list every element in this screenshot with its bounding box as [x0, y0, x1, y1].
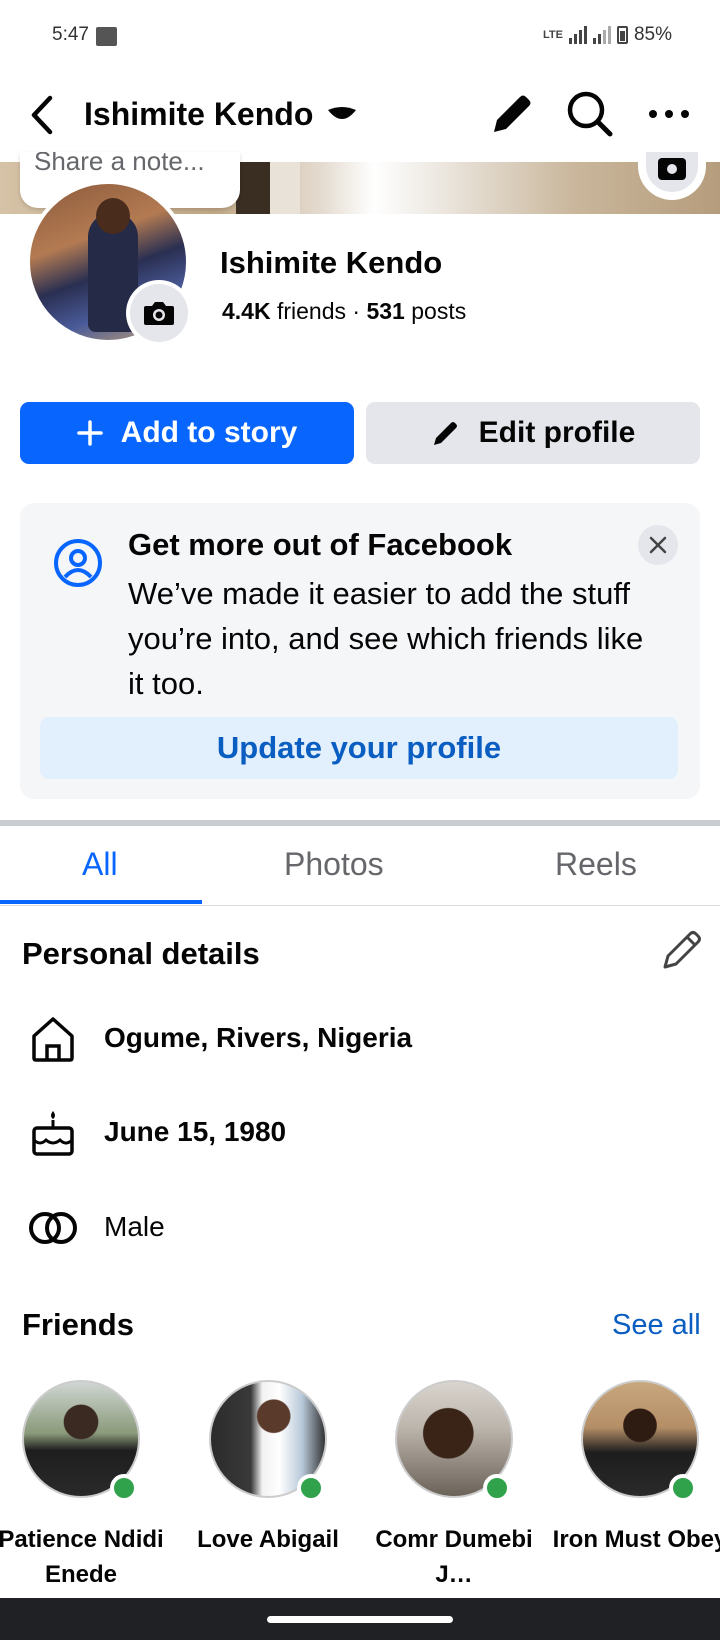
battery-percent: 85% — [633, 24, 672, 45]
edit-details-pencil-icon[interactable] — [660, 928, 704, 972]
status-time: 5:47 — [52, 24, 89, 45]
close-icon[interactable] — [638, 525, 678, 565]
friend-name: Iron Must Obey — [552, 1526, 720, 1553]
detail-birthday: June 15, 1980 — [104, 1116, 287, 1147]
network-type: LTE — [543, 29, 563, 41]
tab-reels[interactable]: Reels — [555, 846, 637, 883]
friend-name: Love Abigail — [197, 1526, 339, 1553]
status-indicators: LTE 85% — [543, 24, 672, 46]
pencil-icon[interactable] — [486, 90, 536, 140]
posts-label: posts — [404, 298, 467, 324]
friend-name: Comr Dumebi J… — [375, 1526, 533, 1588]
system-navigation-bar — [0, 1598, 720, 1640]
header-title[interactable]: Ishimite Kendo — [84, 96, 313, 133]
edit-profile-button[interactable]: Edit profile — [366, 402, 700, 464]
gender-rings-icon — [26, 1203, 80, 1253]
add-to-story-button[interactable]: Add to story — [20, 402, 354, 464]
back-arrow-icon[interactable] — [22, 90, 66, 140]
personal-details-title: Personal details — [22, 936, 260, 971]
friend-card[interactable]: Love Abigail — [177, 1380, 359, 1610]
detail-row-gender: Male — [0, 1197, 720, 1257]
home-gesture-handle[interactable] — [267, 1616, 453, 1623]
online-status-dot — [483, 1474, 511, 1502]
friends-title: Friends — [22, 1307, 134, 1342]
avatar-head — [96, 198, 130, 234]
battery-icon — [616, 26, 628, 44]
posts-count: 531 — [366, 298, 405, 324]
camera-icon — [646, 152, 698, 192]
promo-title: Get more out of Facebook — [128, 527, 513, 562]
camera-icon — [130, 284, 188, 342]
detail-gender: Male — [104, 1211, 165, 1242]
friends-label: friends · — [270, 298, 367, 324]
profile-stats[interactable]: 4.4K friends · 531 posts — [222, 298, 466, 325]
add-to-story-label: Add to story — [120, 416, 298, 449]
signal-2-icon — [592, 26, 611, 44]
profile-tabs: All Photos Reels — [0, 826, 720, 906]
see-all-friends-link[interactable]: See all — [612, 1309, 701, 1342]
profile-header: Ishimite Kendo — [0, 72, 720, 162]
tab-all[interactable]: All — [82, 846, 118, 883]
update-profile-button[interactable]: Update your profile — [40, 717, 678, 779]
pencil-icon — [433, 422, 457, 445]
status-bar: 5:47 LTE 85% — [0, 0, 720, 72]
friend-name: Patience Ndidi Enede — [0, 1526, 164, 1588]
plus-icon — [76, 420, 103, 446]
friend-card[interactable]: Iron Must Obey — [549, 1380, 720, 1610]
promo-card: Get more out of Facebook We’ve made it e… — [20, 503, 700, 799]
signal-icon — [568, 26, 587, 44]
more-icon[interactable] — [644, 92, 694, 136]
birthday-cake-icon — [26, 1108, 80, 1158]
profile-name: Ishimite Kendo — [220, 245, 443, 280]
profile-circle-icon — [52, 537, 104, 589]
detail-row-location: Ogume, Rivers, Nigeria — [0, 1008, 720, 1068]
cover-photo-detail-2 — [270, 162, 300, 214]
caret-down-icon[interactable] — [324, 102, 360, 132]
avatar-camera-button[interactable] — [126, 280, 192, 346]
promo-body: We’ve made it easier to add the stuff yo… — [128, 576, 644, 701]
active-tab-indicator — [0, 900, 202, 904]
detail-location: Ogume, Rivers, Nigeria — [104, 1022, 413, 1053]
tab-photos[interactable]: Photos — [284, 846, 384, 883]
online-status-dot — [110, 1474, 138, 1502]
detail-row-birthday: June 15, 1980 — [0, 1102, 720, 1162]
friend-card[interactable]: Patience Ndidi Enede — [0, 1380, 172, 1610]
share-note-placeholder: Share a note... — [34, 152, 205, 176]
search-icon[interactable] — [564, 88, 616, 140]
home-icon — [26, 1014, 80, 1064]
friend-card[interactable]: Comr Dumebi J… — [363, 1380, 545, 1610]
notification-icon — [96, 27, 117, 46]
online-status-dot — [669, 1474, 697, 1502]
friends-count: 4.4K — [222, 298, 271, 324]
online-status-dot — [297, 1474, 325, 1502]
edit-profile-label: Edit profile — [478, 416, 636, 449]
